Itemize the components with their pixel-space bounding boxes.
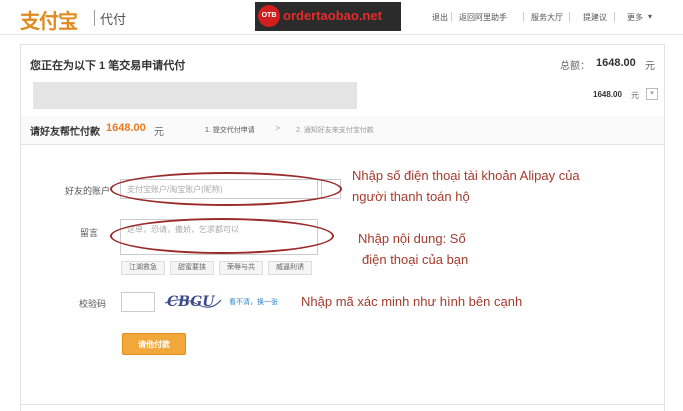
nav-feedback[interactable]: 提建议 — [583, 12, 607, 23]
nav-more[interactable]: 更多 — [627, 12, 643, 23]
captcha-input[interactable] — [121, 292, 155, 312]
nav-service-hall[interactable]: 服务大厅 — [531, 12, 563, 23]
form-bottom-border — [20, 404, 665, 405]
highlight-ellipse-account — [110, 172, 342, 206]
annotation-captcha: Nhập mã xác minh như hình bên cạnh — [301, 291, 522, 312]
message-template-chip[interactable]: 荣辱与共 — [219, 261, 263, 275]
step-2: 2. 通知好友来支付宝付款 — [296, 127, 374, 134]
account-label: 好友的账户 — [64, 186, 110, 196]
order-item-amount: 1648.00 — [593, 90, 622, 99]
nav-divider — [523, 12, 524, 22]
highlight-ellipse-message — [110, 218, 334, 254]
order-item-placeholder — [33, 82, 357, 109]
step-arrow-icon: > — [275, 123, 281, 133]
message-label: 留言 — [79, 228, 98, 238]
logo-divider — [94, 10, 95, 26]
total-unit: 元 — [645, 61, 655, 72]
captcha-refresh-link[interactable]: 看不清，换一张 — [229, 297, 278, 307]
logo-subtitle: 代付 — [100, 12, 127, 27]
nav-divider — [614, 12, 615, 22]
request-amount: 1648.00 — [106, 122, 146, 134]
annotation-account-line2: người thanh toán hộ — [352, 189, 470, 204]
annotation-account-line1: Nhập số điện thoại tài khoản Alipay của — [352, 168, 580, 183]
annotation-message-line1: Nhập nội dung: Số — [358, 231, 466, 246]
nav-logout[interactable]: 退出 — [432, 12, 448, 23]
request-label: 请好友帮忙付款 — [30, 127, 100, 138]
order-item-unit: 元 — [631, 91, 639, 100]
captcha-label: 校验码 — [78, 299, 106, 309]
chevron-down-icon[interactable]: ▾ — [648, 12, 652, 21]
expand-toggle-icon[interactable]: ▾ — [646, 88, 658, 100]
submit-pay-request-button[interactable]: 请他付款 — [122, 333, 186, 355]
annotation-captcha-line1: Nhập mã xác minh như hình bên cạnh — [301, 294, 523, 309]
alipay-logo[interactable]: 支付宝 — [20, 5, 78, 34]
request-unit: 元 — [154, 127, 164, 138]
nav-divider — [569, 12, 570, 22]
total-amount: 1648.00 — [596, 57, 636, 69]
nav-divider — [451, 12, 452, 22]
message-template-chip[interactable]: 威逼利诱 — [268, 261, 312, 275]
message-template-chip[interactable]: 江湖救急 — [121, 261, 165, 275]
step-1: 1. 提交代付申请 — [205, 127, 255, 134]
annotation-message: Nhập nội dung: Số điện thoại của bạn — [358, 228, 468, 270]
annotation-message-line2: điện thoại của bạn — [362, 252, 469, 267]
annotation-account: Nhập số điện thoại tài khoản Alipay của … — [352, 165, 580, 207]
otb-logo-icon: OTB — [258, 5, 280, 27]
watermark-banner: OTB ordertaobao.net — [255, 2, 401, 31]
captcha-image[interactable]: CBGU — [163, 290, 223, 312]
message-template-chip[interactable]: 甜蜜要挟 — [170, 261, 214, 275]
total-label: 总额： — [560, 61, 590, 72]
watermark-text: ordertaobao.net — [283, 8, 382, 23]
page-title: 您正在为以下 1 笔交易申请代付 — [30, 60, 186, 72]
nav-back-assistant[interactable]: 返回阿里助手 — [459, 12, 507, 23]
